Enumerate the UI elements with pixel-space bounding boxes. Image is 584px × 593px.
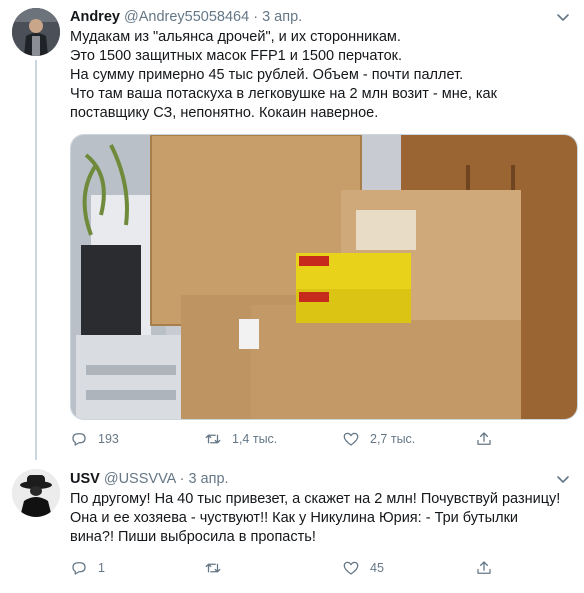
- reply-count: 1: [98, 561, 105, 575]
- like-button[interactable]: 45: [342, 558, 384, 578]
- like-count: 2,7 тыс.: [370, 432, 416, 446]
- avatar[interactable]: [12, 469, 60, 517]
- tweet-header: Andrey @Andrey55058464 · 3 апр.: [70, 8, 302, 26]
- retweet-icon: [205, 434, 221, 444]
- tweet[interactable]: USV @USSVVA · 3 апр. По другому! На 40 т…: [0, 460, 584, 593]
- retweet-icon: [205, 563, 221, 573]
- like-icon: [343, 432, 359, 446]
- reply-icon: [72, 562, 86, 575]
- separator: ·: [179, 471, 185, 487]
- tweet-actions: 1 45: [70, 558, 510, 578]
- like-button[interactable]: 2,7 тыс.: [342, 429, 415, 449]
- share-icon: [477, 561, 491, 574]
- separator: ·: [253, 9, 259, 25]
- chevron-down-icon[interactable]: [554, 8, 572, 26]
- reply-icon: [72, 433, 86, 446]
- tweet-photo[interactable]: [70, 134, 578, 420]
- retweet-count: 1,4 тыс.: [232, 432, 278, 446]
- tweet-text: Мудакам из "альянса дрочей", и их сторон…: [70, 29, 497, 121]
- like-icon: [343, 561, 359, 575]
- share-icon: [477, 432, 491, 445]
- retweet-button[interactable]: 1,4 тыс.: [204, 429, 277, 449]
- thread-line: [35, 60, 37, 460]
- reply-count: 193: [98, 432, 119, 446]
- retweet-button[interactable]: [204, 558, 232, 578]
- author-name[interactable]: USV: [70, 471, 100, 487]
- author-handle[interactable]: @USSVVA: [104, 471, 176, 487]
- avatar[interactable]: [12, 8, 60, 56]
- author-name[interactable]: Andrey: [70, 9, 120, 25]
- tweet-text: По другому! На 40 тыс привезет, а скажет…: [70, 491, 561, 545]
- share-button[interactable]: [475, 429, 493, 449]
- share-button[interactable]: [475, 558, 493, 578]
- timestamp[interactable]: 3 апр.: [188, 471, 228, 487]
- reply-button[interactable]: 193: [70, 429, 119, 449]
- author-handle[interactable]: @Andrey55058464: [124, 9, 249, 25]
- tweet-header: USV @USSVVA · 3 апр.: [70, 470, 229, 488]
- timestamp[interactable]: 3 апр.: [262, 9, 302, 25]
- chevron-down-icon[interactable]: [554, 470, 572, 488]
- tweet[interactable]: Andrey @Andrey55058464 · 3 апр. Мудакам …: [0, 0, 584, 460]
- like-count: 45: [370, 561, 384, 575]
- tweet-actions: 193 1,4 тыс. 2,7 тыс.: [70, 429, 510, 449]
- reply-button[interactable]: 1: [70, 558, 105, 578]
